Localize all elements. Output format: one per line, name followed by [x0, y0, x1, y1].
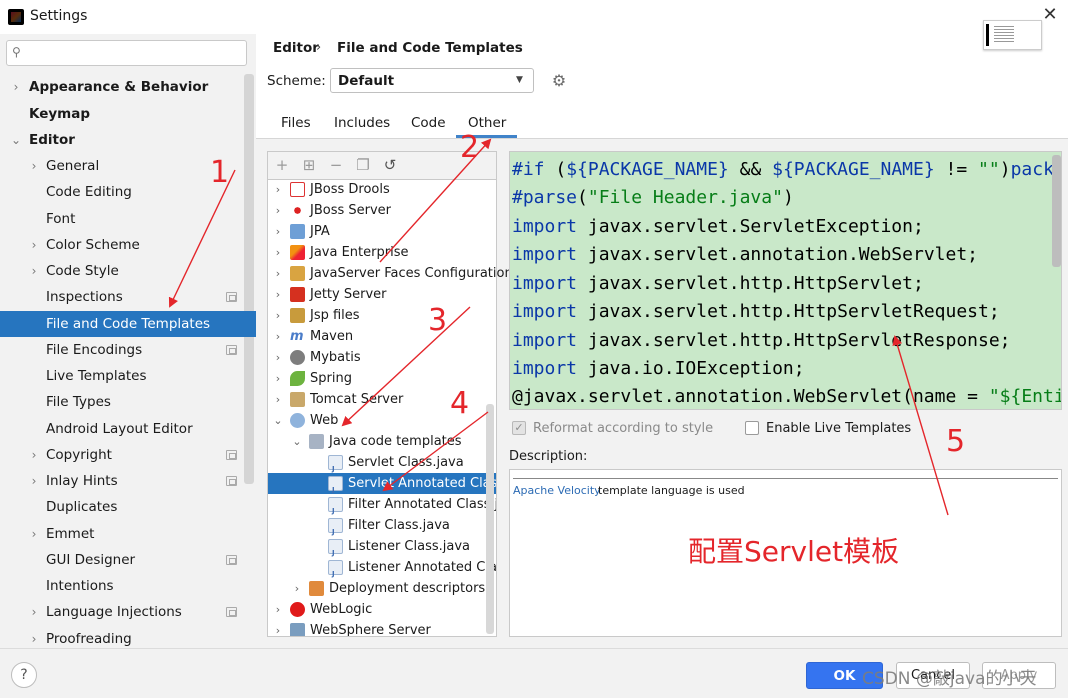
arrow-4	[382, 411, 489, 492]
watermark: CSDN @敲java的小天	[862, 669, 1037, 689]
annotation-caption: 配置Servlet模板	[688, 535, 900, 568]
arrow-1	[168, 169, 236, 308]
annotation-number-3: 3	[428, 303, 448, 338]
annotation-number-4: 4	[450, 386, 470, 421]
annotation-number-2: 2	[460, 130, 480, 165]
annotation-number-5: 5	[946, 424, 966, 459]
arrow-5	[892, 335, 949, 516]
annotation-arrows	[168, 138, 949, 516]
annotation-number-1: 1	[210, 155, 230, 190]
help-button[interactable]: ?	[11, 662, 37, 688]
